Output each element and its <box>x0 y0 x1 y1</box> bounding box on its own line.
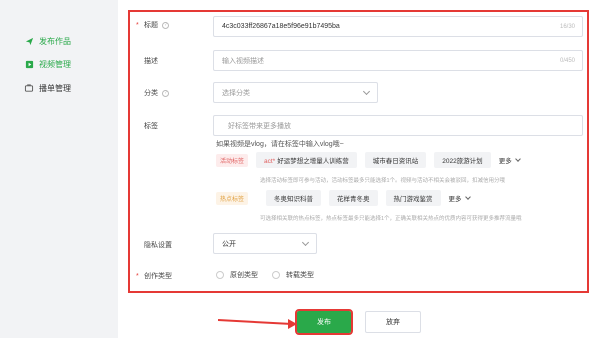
activity-tag[interactable]: act* 好运梦想之增量人训练营 <box>256 152 357 168</box>
creation-type-radio-group: 原创类型 转载类型 <box>216 270 328 280</box>
hot-tag[interactable]: 热门游戏鉴赏 <box>385 190 441 206</box>
hot-more-button[interactable]: 更多 <box>449 193 471 203</box>
hot-tags-row: 热点标签 冬奥知识科普 花样青冬奥 热门游戏鉴赏 更多 <box>216 190 471 206</box>
privacy-select[interactable]: 公开 <box>213 233 317 254</box>
title-label: * 标题 ? <box>136 20 169 30</box>
description-input[interactable]: 输入视频描述 0/450 <box>213 50 583 71</box>
chevron-down-icon <box>514 156 521 162</box>
sidebar-item-video-manage[interactable]: 视频管理 <box>24 56 71 72</box>
hot-tag[interactable]: 花样青冬奥 <box>329 190 378 206</box>
category-label: 分类 ? <box>144 88 169 98</box>
sidebar-item-label: 视频管理 <box>39 59 71 69</box>
red-arrow-annotation <box>218 319 297 329</box>
radio-circle <box>216 271 224 279</box>
video-icon <box>24 59 34 69</box>
help-icon: ? <box>162 89 169 97</box>
category-select[interactable]: 选择分类 <box>213 82 378 103</box>
chevron-down-icon <box>362 87 371 96</box>
title-input[interactable]: 4c3c033ff26867a18e5f96e91b7495ba 16/30 <box>213 16 583 37</box>
activity-tags-row: 活动标签 act* 好运梦想之增量人训练营 城市春日资讯站 2022旅游计划 更多 <box>216 152 521 168</box>
sidebar-item-label: 播单管理 <box>39 83 71 93</box>
radio-repost[interactable]: 转载类型 <box>272 270 314 280</box>
activity-tags-note: 选择活动标签即可参与活动，活动标签最多只能选择1个。视频与活动不相关会被驳回，扣… <box>260 178 506 184</box>
privacy-label: 隐私设置 <box>144 242 172 249</box>
description-label: 描述 <box>144 58 158 65</box>
radio-circle <box>272 271 280 279</box>
activity-tag[interactable]: 2022旅游计划 <box>434 152 491 168</box>
sidebar: 发布作品 视频管理 播单管理 <box>0 0 118 338</box>
tags-input[interactable]: 好标签带来更多播放 <box>213 115 583 136</box>
send-icon <box>24 36 34 46</box>
activity-tag-badge: 活动标签 <box>216 153 249 167</box>
description-char-count: 0/450 <box>559 57 575 64</box>
hot-tag-badge: 热点标签 <box>216 191 249 205</box>
tags-hint: 如果视频是vlog，请在标签中输入vlog哦~ <box>216 141 344 148</box>
sidebar-item-playlist-manage[interactable]: 播单管理 <box>24 80 71 96</box>
cancel-button[interactable]: 放弃 <box>365 311 421 333</box>
creation-type-label: * 创作类型 <box>136 272 172 281</box>
publish-button[interactable]: 发布 <box>295 309 353 335</box>
hot-tags-note: 可选择相关联的热点标签，热点标签最多只能选择1个，正确关联相关热点的优质内容可获… <box>260 216 522 222</box>
activity-more-button[interactable]: 更多 <box>499 155 521 165</box>
sidebar-item-label: 发布作品 <box>39 36 71 46</box>
sidebar-item-publish[interactable]: 发布作品 <box>24 33 71 49</box>
help-icon: ? <box>162 21 169 29</box>
activity-tag[interactable]: 城市春日资讯站 <box>364 152 427 168</box>
radio-original[interactable]: 原创类型 <box>216 270 258 280</box>
chevron-down-icon <box>464 194 471 200</box>
playlist-icon <box>24 83 34 93</box>
hot-tag[interactable]: 冬奥知识科普 <box>266 190 322 206</box>
star-icon: act* <box>264 158 276 165</box>
chevron-down-icon <box>301 238 310 247</box>
tags-label: 标签 <box>144 123 158 130</box>
title-char-count: 16/30 <box>559 23 575 30</box>
